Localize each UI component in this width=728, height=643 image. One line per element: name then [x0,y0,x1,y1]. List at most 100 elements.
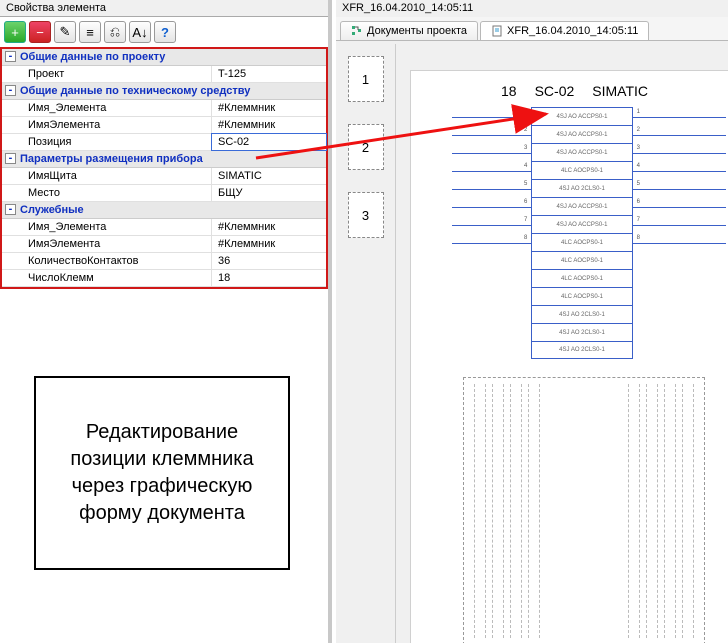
wire-right [632,225,726,226]
property-value[interactable]: #Клеммник [212,219,326,235]
property-value[interactable]: #Клеммник [212,100,326,116]
property-value[interactable]: #Клеммник [212,236,326,252]
edit-button[interactable]: ✎ [54,21,76,43]
collapse-icon[interactable]: - [5,51,16,62]
property-row[interactable]: ИмяЩитаSIMATIC [2,168,326,185]
property-row[interactable]: ПозицияSC-02 [2,134,326,151]
terminal-row[interactable]: 4SJ AO 2CLS0-1 [531,305,633,323]
terminal-position: SC-02 [535,83,575,99]
terminal-left-number: 8 [524,235,527,241]
property-group-header[interactable]: -Параметры размещения прибора [2,151,326,168]
wire-left [452,225,532,226]
property-row[interactable]: ЧислоКлемм18 [2,270,326,287]
property-label: Проект [2,66,212,82]
terminal-row[interactable]: 4SJ AO 2CLS0-1 [531,323,633,341]
sort-button[interactable]: A↓ [129,21,151,43]
property-label: ИмяЭлемента [2,117,212,133]
property-grid: -Общие данные по проектуПроектT-125-Общи… [0,49,328,289]
wire-left [452,153,532,154]
property-label: ИмяЭлемента [2,236,212,252]
wire-left [452,117,532,118]
collapse-icon[interactable]: - [5,153,16,164]
remove-button[interactable]: − [29,21,51,43]
wire-left [452,189,532,190]
document-panel: XFR_16.04.2010_14:05:11 Документы проект… [336,0,728,643]
collapse-icon[interactable]: - [5,204,16,215]
property-group-title: Общие данные по техническому средству [20,85,250,97]
document-title: XFR_16.04.2010_14:05:11 [336,0,728,17]
terminal-left-number: 5 [524,181,527,187]
wire-right [632,207,726,208]
terminal-right-number: 8 [637,235,640,241]
terminal-right-number: 7 [637,217,640,223]
page-thumbnails: 1 2 3 [336,44,396,643]
document-tabbar: Документы проекта XFR_16.04.2010_14:05:11 [336,17,728,41]
property-group-title: Параметры размещения прибора [20,153,203,165]
wire-left [452,243,532,244]
property-group-header[interactable]: -Служебные [2,202,326,219]
property-group-title: Общие данные по проекту [20,51,165,63]
terminal-panel: SIMATIC [592,83,648,99]
terminal-left-number: 1 [524,109,527,115]
property-row[interactable]: Имя_Элемента#Клеммник [2,219,326,236]
property-value[interactable]: 18 [212,270,326,286]
terminal-row[interactable]: 4SJ AO 2CLS0-155#SM331 [531,179,633,197]
terminal-row[interactable]: 4LC AOCPS0-144#SM331 [531,161,633,179]
terminal-row[interactable]: 4SJ AO ACCPS0-111#SM331 [531,107,633,125]
terminal-left-number: 3 [524,145,527,151]
property-value[interactable]: SC-02 [212,134,326,150]
terminal-row[interactable]: 4SJ AO ACCPS0-177#SM331 [531,215,633,233]
document-tab[interactable]: XFR_16.04.2010_14:05:11 [480,21,649,40]
lower-diagram-block[interactable] [463,377,705,643]
property-row[interactable]: Имя_Элемента#Клеммник [2,100,326,117]
terminal-left-number: 4 [524,163,527,169]
tab-label: XFR_16.04.2010_14:05:11 [507,25,638,37]
canvas-viewport[interactable]: 18 SC-02 SIMATIC 4SJ AO ACCPS0-111#SM331… [396,44,728,643]
property-row[interactable]: ИмяЭлемента#Клеммник [2,117,326,134]
page-thumb[interactable]: 1 [348,56,384,102]
doc-icon [491,25,503,37]
document-tab[interactable]: Документы проекта [340,21,478,40]
terminal-left-number: 7 [524,217,527,223]
property-row[interactable]: ИмяЭлемента#Клеммник [2,236,326,253]
terminal-row[interactable]: 4LC AOCPS0-1 [531,269,633,287]
property-value[interactable]: T-125 [212,66,326,82]
property-row[interactable]: КоличествоКонтактов36 [2,253,326,270]
wire-left [452,171,532,172]
undo-button[interactable]: ⎌ [104,21,126,43]
collapse-icon[interactable]: - [5,85,16,96]
properties-toolbar: + − ✎ ≡ ⎌ A↓ ? [0,17,328,49]
drawing-canvas[interactable]: 18 SC-02 SIMATIC 4SJ AO ACCPS0-111#SM331… [410,70,728,643]
property-label: ИмяЩита [2,168,212,184]
property-value[interactable]: SIMATIC [212,168,326,184]
property-row[interactable]: МестоБЩУ [2,185,326,202]
property-row[interactable]: ПроектT-125 [2,66,326,83]
list-button[interactable]: ≡ [79,21,101,43]
terminal-right-number: 6 [637,199,640,205]
page-thumb[interactable]: 3 [348,192,384,238]
terminal-right-number: 2 [637,127,640,133]
tree-icon [351,25,363,37]
terminal-row[interactable]: 4LC AOCPS0-1 [531,251,633,269]
terminal-row[interactable]: 4LC AOCPS0-1 [531,287,633,305]
property-group-header[interactable]: -Общие данные по проекту [2,49,326,66]
terminal-block-header: 18 SC-02 SIMATIC [501,83,648,99]
terminal-row[interactable]: 4LC AOCPS0-188#SM331 [531,233,633,251]
help-button[interactable]: ? [154,21,176,43]
add-button[interactable]: + [4,21,26,43]
property-label: Имя_Элемента [2,100,212,116]
wire-right [632,243,726,244]
terminal-row[interactable]: 4SJ AO ACCPS0-166#SM331 [531,197,633,215]
wire-right [632,117,726,118]
terminal-row[interactable]: 4SJ AO ACCPS0-122#SM331 [531,125,633,143]
wire-left [452,207,532,208]
wire-right [632,171,726,172]
terminal-row[interactable]: 4SJ AO ACCPS0-133#SM331 [531,143,633,161]
property-value[interactable]: 36 [212,253,326,269]
property-group-header[interactable]: -Общие данные по техническому средству [2,83,326,100]
terminal-block[interactable]: 4SJ AO ACCPS0-111#SM3314SJ AO ACCPS0-122… [531,107,633,359]
terminal-row[interactable]: 4SJ AO 2CLS0-1 [531,341,633,359]
property-value[interactable]: #Клеммник [212,117,326,133]
page-thumb[interactable]: 2 [348,124,384,170]
property-value[interactable]: БЩУ [212,185,326,201]
